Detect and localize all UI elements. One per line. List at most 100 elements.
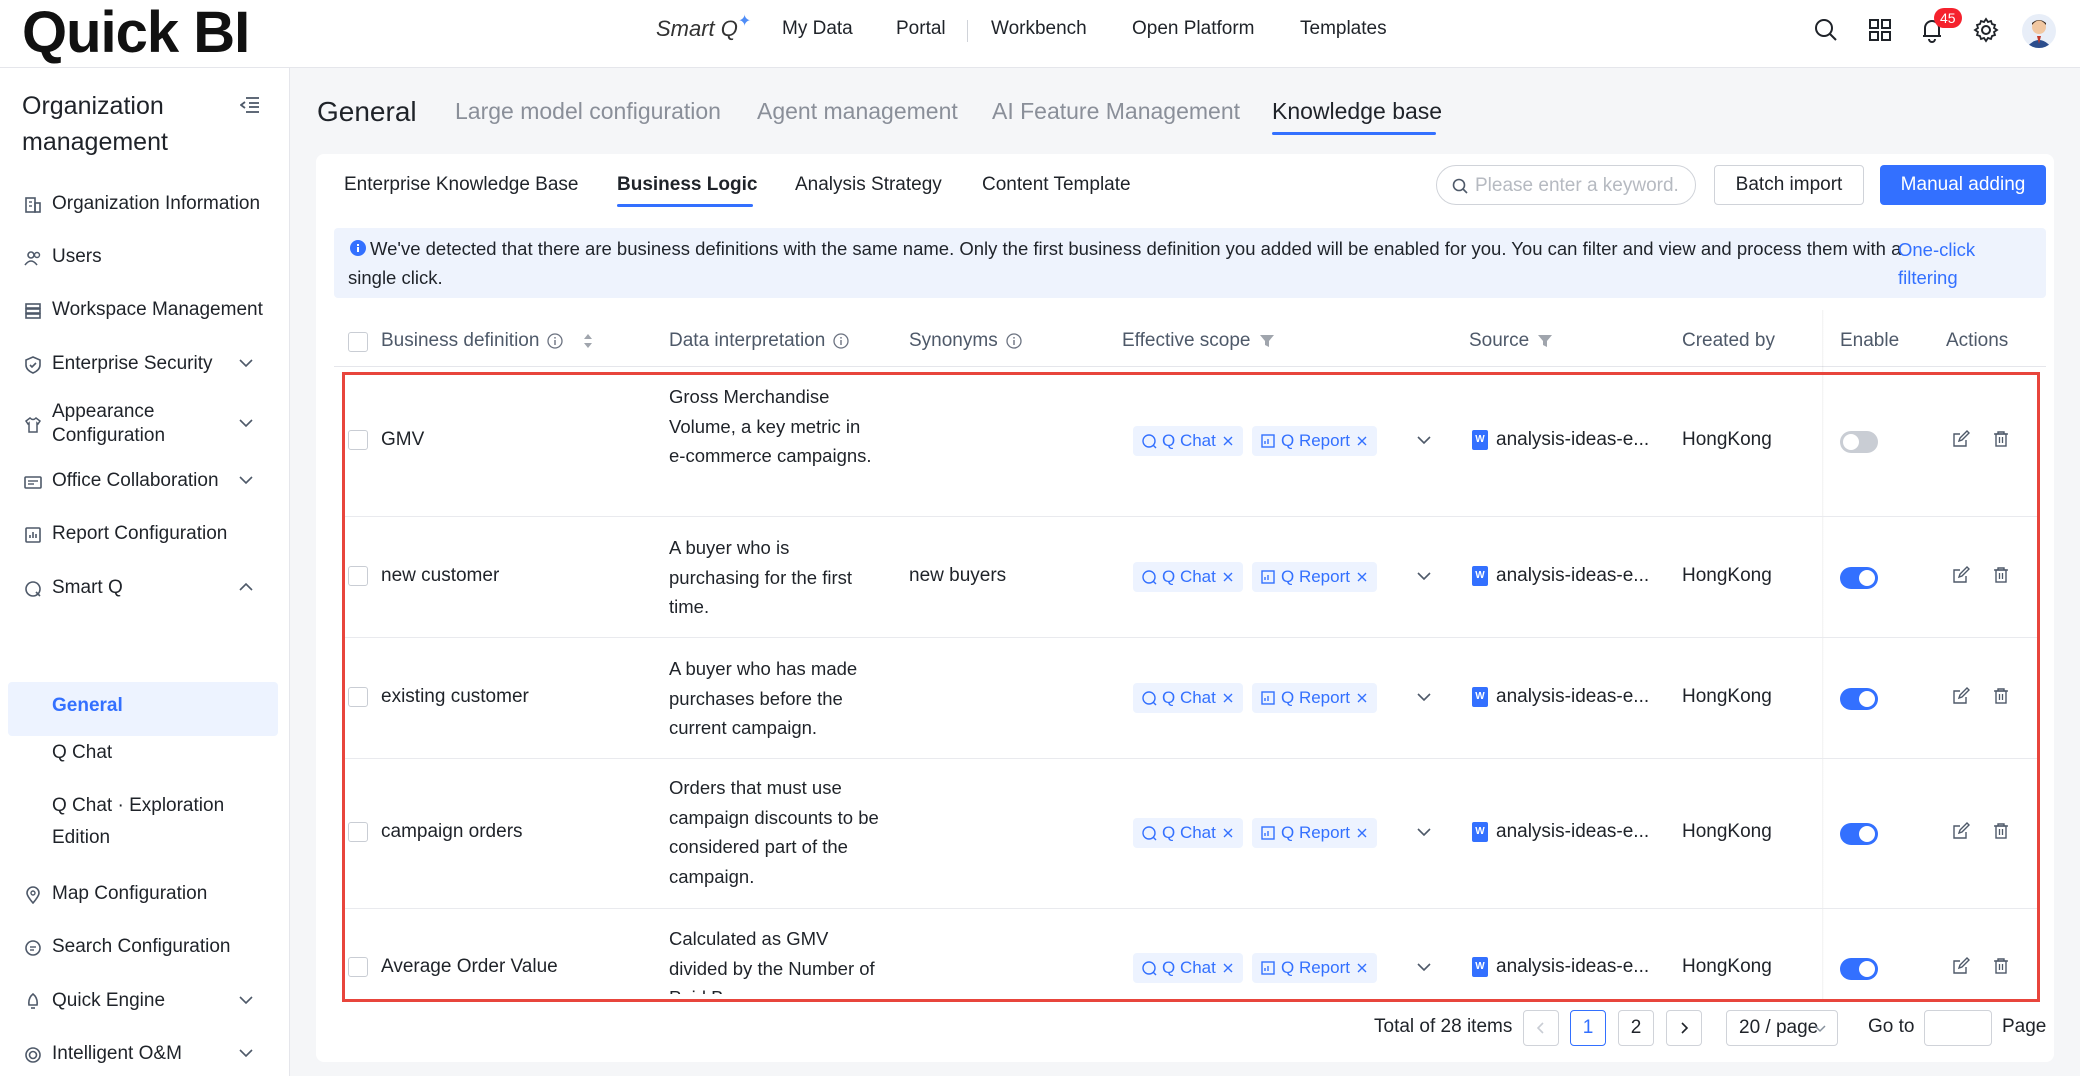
gear-icon[interactable] — [1972, 16, 2000, 44]
tab-knowledge-base[interactable]: Knowledge base — [1272, 98, 1442, 125]
tab-general[interactable]: General — [317, 96, 417, 128]
sidebar-item-appearance-configuration[interactable]: Appearance Configuration — [0, 401, 290, 446]
col-label: Source — [1469, 330, 1530, 351]
sidebar-item-intelligent-om[interactable]: Intelligent O&M — [0, 1034, 290, 1074]
nav-templates[interactable]: Templates — [1300, 18, 1387, 40]
info-icon — [547, 333, 564, 349]
col-enable: Enable — [1840, 330, 1899, 352]
sort-icon[interactable] — [583, 332, 593, 350]
sparkle-icon: ✦ — [737, 13, 752, 30]
sidebar-item-workspace-management[interactable]: Workspace Management — [0, 290, 290, 330]
user-avatar[interactable] — [2022, 14, 2056, 48]
sidebar-item-label: Enterprise Security — [52, 353, 213, 374]
col-label: Created by — [1682, 330, 1775, 351]
sidebar-subitem-q-chat[interactable]: Q Chat — [52, 737, 112, 769]
notification-badge: 45 — [1934, 8, 1962, 28]
select-all-checkbox[interactable] — [348, 332, 368, 352]
subtab-enterprise-knowledge-base[interactable]: Enterprise Knowledge Base — [344, 174, 578, 196]
sidebar-item-enterprise-security[interactable]: Enterprise Security — [0, 344, 290, 384]
chevron-down-icon — [238, 358, 254, 368]
col-actions: Actions — [1946, 330, 2008, 352]
col-effective-scope[interactable]: Effective scope — [1122, 330, 1275, 352]
filter-icon[interactable] — [1259, 333, 1275, 349]
pagination-total: Total of 28 items — [1374, 1016, 1513, 1037]
sidebar-item-label: Organization Information — [52, 193, 261, 214]
search-icon[interactable] — [1812, 16, 1840, 44]
nav-open-platform[interactable]: Open Platform — [1132, 18, 1255, 40]
map-icon — [24, 886, 42, 904]
info-icon — [833, 333, 849, 349]
search-icon — [1451, 177, 1469, 195]
filter-icon[interactable] — [1537, 333, 1553, 349]
rocket-icon — [24, 993, 42, 1011]
sidebar-item-organization-information[interactable]: Organization Information — [0, 184, 290, 224]
subtab-analysis-strategy[interactable]: Analysis Strategy — [795, 174, 942, 196]
shield-icon — [24, 356, 42, 374]
col-label: Actions — [1946, 330, 2009, 351]
sidebar-item-smart-q[interactable]: Smart Q — [0, 568, 290, 608]
manual-adding-button[interactable]: Manual adding — [1880, 165, 2046, 205]
col-label: Business definition — [381, 330, 540, 351]
nav-my-data[interactable]: My Data — [782, 18, 853, 40]
tab-agent-management[interactable]: Agent management — [757, 98, 958, 125]
batch-import-button[interactable]: Batch import — [1714, 165, 1864, 205]
search-config-icon — [24, 939, 42, 957]
sidebar-item-report-configuration[interactable]: Report Configuration — [0, 514, 290, 554]
col-synonyms: Synonyms — [909, 330, 1022, 352]
sidebar-item-label: Smart Q — [52, 577, 123, 598]
subtab-business-logic[interactable]: Business Logic — [617, 174, 757, 196]
search-placeholder: Please enter a keyword. — [1475, 175, 1679, 196]
smartq-icon — [24, 580, 42, 598]
sidebar-title: Organization management — [22, 92, 168, 156]
sidebar-subitem-label: General — [52, 695, 123, 716]
sidebar-item-search-configuration[interactable]: Search Configuration — [0, 927, 290, 967]
collapse-sidebar-icon[interactable] — [240, 96, 260, 114]
nav-workbench[interactable]: Workbench — [991, 18, 1087, 40]
header-divider — [334, 366, 2046, 367]
duplicate-alert: We've detected that there are business d… — [334, 228, 2046, 298]
sidebar-item-users[interactable]: Users — [0, 237, 290, 277]
sidebar-subitem-q-chat-exploration[interactable]: Q Chat · Exploration Edition — [52, 790, 252, 854]
col-source[interactable]: Source — [1469, 330, 1553, 352]
sidebar-item-label: Search Configuration — [52, 936, 231, 957]
tab-large-model-configuration[interactable]: Large model configuration — [455, 98, 721, 125]
chevron-down-icon — [238, 1048, 254, 1058]
sidebar-item-label: Map Configuration — [52, 883, 208, 904]
goto-page-input[interactable] — [1924, 1010, 1992, 1046]
highlight-box — [342, 372, 2040, 1002]
workspace-icon — [24, 302, 42, 320]
sidebar-item-map-configuration[interactable]: Map Configuration — [0, 874, 290, 914]
prev-page-button[interactable] — [1523, 1010, 1559, 1046]
apps-grid-icon[interactable] — [1866, 16, 1894, 44]
one-click-filtering-link[interactable]: One-click filtering — [1898, 236, 2018, 292]
sidebar-item-label: Quick Engine — [52, 990, 166, 1011]
page-1-button[interactable]: 1 — [1570, 1010, 1606, 1046]
sidebar-item-office-collaboration[interactable]: Office Collaboration — [0, 461, 290, 501]
sidebar-item-quick-engine[interactable]: Quick Engine — [0, 981, 290, 1021]
nav-smart-q[interactable]: Smart Q✦ — [656, 13, 752, 42]
chevron-down-icon — [1814, 1025, 1826, 1033]
col-business-definition[interactable]: Business definition — [381, 330, 593, 352]
page-size-label: 20 / page — [1739, 1017, 1819, 1038]
col-label: Effective scope — [1122, 330, 1251, 351]
sidebar-item-label: Intelligent O&M — [52, 1043, 182, 1064]
tab-ai-feature-management[interactable]: AI Feature Management — [992, 98, 1240, 125]
building-icon — [24, 196, 42, 214]
page-2-button[interactable]: 2 — [1618, 1010, 1654, 1046]
chevron-down-icon — [238, 995, 254, 1005]
next-page-button[interactable] — [1666, 1010, 1702, 1046]
col-label: Data interpretation — [669, 330, 826, 351]
col-created-by: Created by — [1682, 330, 1775, 352]
app-logo[interactable]: Quick BI — [22, 4, 250, 62]
nav-smart-q-label: Smart Q — [656, 16, 738, 41]
col-label: Synonyms — [909, 330, 998, 351]
subtab-content-template[interactable]: Content Template — [982, 174, 1131, 196]
nav-portal[interactable]: Portal — [896, 18, 946, 40]
sidebar-item-label: Users — [52, 246, 102, 267]
chevron-up-icon — [238, 582, 254, 592]
sidebar-subitem-general[interactable]: General — [8, 682, 278, 736]
sidebar: Organization management Organization Inf… — [0, 68, 290, 1076]
active-tab-indicator — [1272, 132, 1436, 135]
search-input[interactable]: Please enter a keyword. — [1436, 165, 1696, 205]
page-size-select[interactable]: 20 / page — [1726, 1010, 1838, 1046]
